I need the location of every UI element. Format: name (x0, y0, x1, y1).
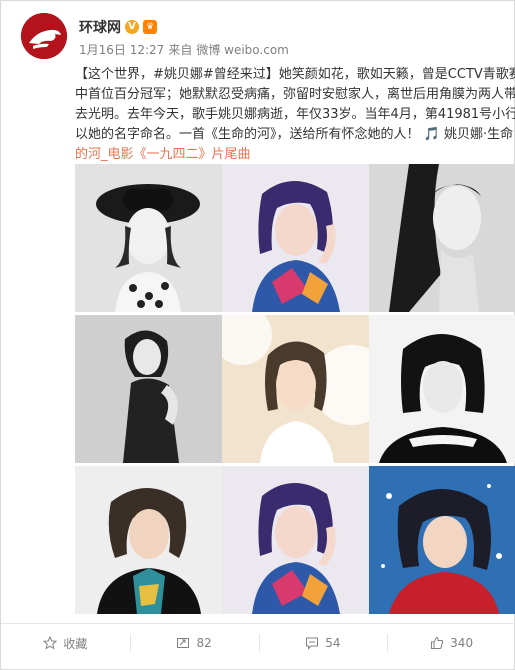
repost-button[interactable]: 82 (129, 624, 259, 662)
photo-4[interactable] (75, 315, 222, 463)
favorite-button[interactable]: 收藏 (1, 624, 130, 662)
author-name[interactable]: 环球网 (79, 17, 121, 37)
photo-5[interactable] (222, 315, 369, 463)
repost-count: 82 (196, 636, 212, 650)
content-text: 以她的名字命名。一首《生命的河》，送给所有怀念她的人！ 🎵 姚贝娜·生命 (75, 127, 514, 142)
post-from-label: 来自 (168, 43, 193, 57)
photo-8[interactable] (222, 466, 369, 614)
like-count: 340 (450, 636, 474, 650)
favorite-label: 收藏 (63, 636, 88, 651)
content-line: 以她的名字命名。一首《生命的河》，送给所有怀念她的人！ 🎵 姚贝娜·生命 (75, 125, 515, 145)
verified-icon: V (125, 20, 139, 34)
photo-1[interactable] (75, 164, 222, 312)
like-button[interactable]: 340 (387, 624, 515, 662)
action-bar: 收藏 82 54 340 (1, 623, 515, 662)
repost-icon (177, 638, 190, 648)
comment-count: 54 (325, 636, 341, 650)
post-meta: 1月16日 12:27 来自 微博 weibo.com (79, 41, 289, 58)
star-icon (43, 636, 58, 650)
content-line: 中首位百分冠军；她默默忍受病痛，弥留时安慰家人，离世后用角膜为两人带 (75, 85, 515, 105)
content-text: 【这个世界，#姚贝娜#曾经来过】她笑颜如花，歌如天籁，曾是CCTV青歌赛 (75, 67, 515, 82)
post-content: 【这个世界，#姚贝娜#曾经来过】她笑颜如花，歌如天籁，曾是CCTV青歌赛 中首位… (75, 65, 515, 165)
huanqiu-logo-icon (21, 13, 67, 59)
post-date[interactable]: 1月16日 12:27 (79, 41, 164, 58)
comment-icon (306, 637, 319, 650)
content-line: 去光明。去年今天，歌手姚贝娜病逝，年仅33岁。当年4月，第41981号小行星 (75, 105, 515, 125)
content-text: 中首位百分冠军；她默默忍受病痛，弥留时安慰家人，离世后用角膜为两人带 (75, 87, 515, 102)
thumbs-up-icon (431, 636, 444, 649)
photo-2[interactable] (222, 164, 369, 312)
content-line: 【这个世界，#姚贝娜#曾经来过】她笑颜如花，歌如天籁，曾是CCTV青歌赛 (75, 65, 515, 85)
photo-grid (75, 164, 515, 615)
post-source[interactable]: 微博 weibo.com (196, 41, 289, 58)
weibo-post-card: 环球网 V ♛ 1月16日 12:27 来自 微博 weibo.com 【这个世… (0, 0, 515, 670)
photo-9[interactable] (369, 466, 515, 614)
photo-7[interactable] (75, 466, 222, 614)
author-row: 环球网 V ♛ (79, 17, 158, 37)
member-badge-icon[interactable]: ♛ (143, 20, 158, 34)
music-link[interactable]: 的河_电影《一九四二》片尾曲 (75, 147, 251, 162)
content-text: 去光明。去年今天，歌手姚贝娜病逝，年仅33岁。当年4月，第41981号小行星 (75, 107, 515, 122)
photo-6[interactable] (369, 315, 515, 463)
content-line: 的河_电影《一九四二》片尾曲 (75, 145, 515, 165)
photo-3[interactable] (369, 164, 515, 312)
comment-button[interactable]: 54 (258, 624, 388, 662)
author-avatar[interactable] (21, 13, 67, 59)
